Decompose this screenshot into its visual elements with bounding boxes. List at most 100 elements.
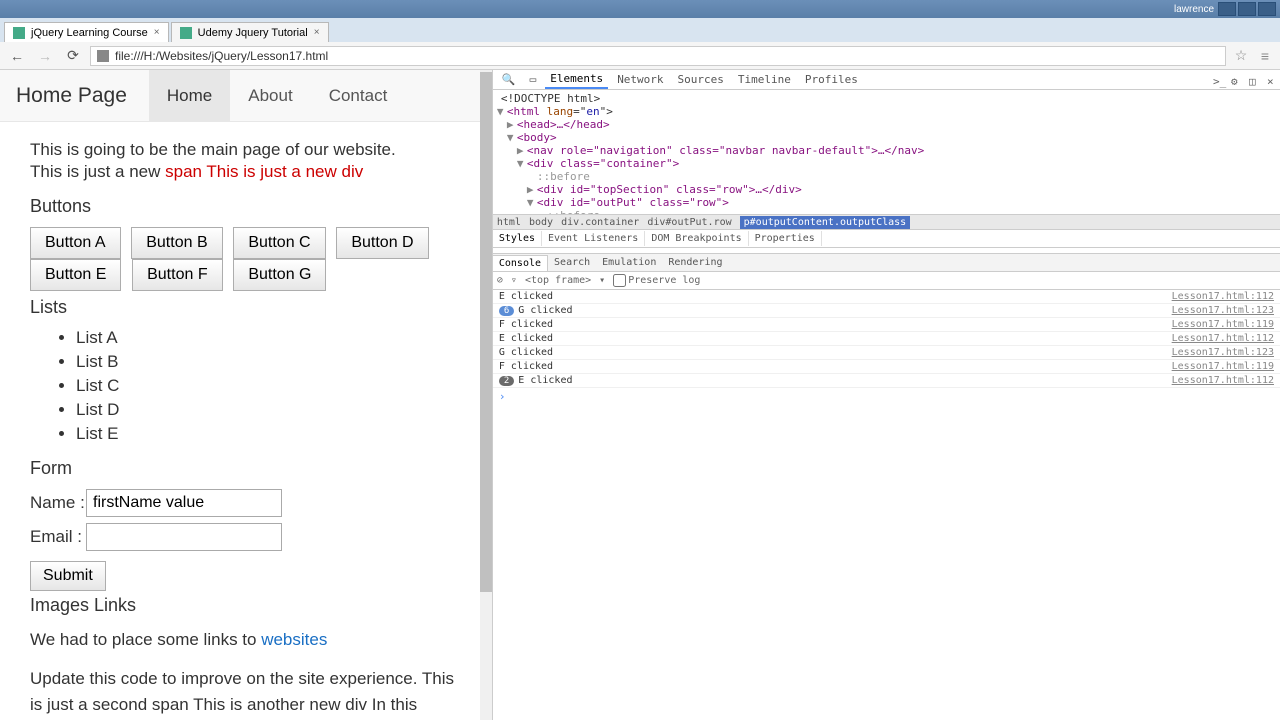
console-src[interactable]: Lesson17.html:123 xyxy=(1172,305,1274,316)
reload-button[interactable]: ⟳ xyxy=(62,45,84,67)
button-b[interactable]: Button B xyxy=(131,227,222,259)
drawer-icon[interactable]: >_ xyxy=(1208,73,1222,87)
crumb[interactable]: div.container xyxy=(561,217,639,228)
form-heading: Form xyxy=(30,458,462,479)
close-window-button[interactable] xyxy=(1258,2,1276,16)
button-a[interactable]: Button A xyxy=(30,227,121,259)
tab-udemy[interactable]: Udemy Jquery Tutorial × xyxy=(171,22,329,42)
user-label: lawrence xyxy=(1174,4,1214,15)
dom-line: <html xyxy=(507,105,547,118)
tab-timeline[interactable]: Timeline xyxy=(733,71,796,88)
breadcrumb[interactable]: html body div.container div#outPut.row p… xyxy=(493,214,1280,230)
dom-line: ::before xyxy=(497,170,1276,183)
nav-link-home[interactable]: Home xyxy=(149,70,230,122)
nav-link-contact[interactable]: Contact xyxy=(311,70,406,122)
scrollbar-thumb[interactable] xyxy=(480,72,492,592)
forward-button[interactable]: → xyxy=(34,45,56,67)
url-input[interactable]: file:///H:/Websites/jQuery/Lesson17.html xyxy=(90,46,1226,66)
back-button[interactable]: ← xyxy=(6,45,28,67)
tab-profiles[interactable]: Profiles xyxy=(800,71,863,88)
button-f[interactable]: Button F xyxy=(132,259,222,291)
lists-heading: Lists xyxy=(30,297,462,318)
buttons-heading: Buttons xyxy=(30,196,462,217)
crumb-selected[interactable]: p#outputContent.outputClass xyxy=(740,216,911,229)
console-row: G clickedLesson17.html:123 xyxy=(493,346,1280,360)
close-devtools-icon[interactable]: × xyxy=(1262,73,1276,87)
button-g[interactable]: Button G xyxy=(233,259,326,291)
console-output[interactable]: E clickedLesson17.html:112 6G clickedLes… xyxy=(493,290,1280,720)
button-d[interactable]: Button D xyxy=(336,227,428,259)
console-row: 2E clickedLesson17.html:112 xyxy=(493,374,1280,388)
subtab-properties[interactable]: Properties xyxy=(749,231,822,246)
name-label: Name : xyxy=(30,493,86,513)
page-favicon-icon xyxy=(13,27,25,39)
console-prompt[interactable]: › xyxy=(493,388,1280,405)
drawer-tab-rendering[interactable]: Rendering xyxy=(662,255,728,270)
images-heading: Images Links xyxy=(30,595,462,616)
navbar-brand[interactable]: Home Page xyxy=(16,84,127,108)
close-tab-icon[interactable]: × xyxy=(154,27,160,38)
subtab-dom-breakpoints[interactable]: DOM Breakpoints xyxy=(645,231,748,246)
elements-tree[interactable]: <!DOCTYPE html> ▼<html lang="en"> ▶<head… xyxy=(493,90,1280,214)
name-input[interactable] xyxy=(86,489,282,517)
menu-icon[interactable]: ≡ xyxy=(1256,47,1274,65)
list-item: List B xyxy=(76,352,462,372)
dom-line: <head>…</head> xyxy=(517,118,610,131)
console-src[interactable]: Lesson17.html:119 xyxy=(1172,361,1274,372)
gear-icon[interactable]: ⚙ xyxy=(1226,73,1240,87)
console-src[interactable]: Lesson17.html:119 xyxy=(1172,319,1274,330)
tab-network[interactable]: Network xyxy=(612,71,668,88)
drawer-tabs: Console Search Emulation Rendering xyxy=(493,254,1280,272)
crumb[interactable]: html xyxy=(497,217,521,228)
console-src[interactable]: Lesson17.html:112 xyxy=(1172,333,1274,344)
list-item: List D xyxy=(76,400,462,420)
email-input[interactable] xyxy=(86,523,282,551)
dom-line: ::before xyxy=(497,209,1276,214)
subtab-styles[interactable]: Styles xyxy=(493,231,542,246)
filter-icon[interactable]: ▿ xyxy=(511,275,517,286)
minimize-button[interactable] xyxy=(1218,2,1236,16)
crumb[interactable]: body xyxy=(529,217,553,228)
subtab-event-listeners[interactable]: Event Listeners xyxy=(542,231,645,246)
tab-jquery-learning[interactable]: jQuery Learning Course × xyxy=(4,22,169,42)
console-row: F clickedLesson17.html:119 xyxy=(493,318,1280,332)
bookmark-icon[interactable]: ☆ xyxy=(1232,47,1250,65)
dock-icon[interactable]: ◫ xyxy=(1244,73,1258,87)
crumb[interactable]: div#outPut.row xyxy=(647,217,731,228)
console-row: 6G clickedLesson17.html:123 xyxy=(493,304,1280,318)
dom-attr: lang xyxy=(547,105,574,118)
console-src[interactable]: Lesson17.html:123 xyxy=(1172,347,1274,358)
tab-title: Udemy Jquery Tutorial xyxy=(198,27,308,39)
list-item: List E xyxy=(76,424,462,444)
inspect-icon[interactable]: 🔍 xyxy=(497,71,521,88)
page-scrollbar[interactable] xyxy=(480,70,492,720)
devtools-panel: 🔍 ▭ Elements Network Sources Timeline Pr… xyxy=(492,70,1280,720)
clear-console-icon[interactable]: ⊘ xyxy=(497,275,503,286)
close-tab-icon[interactable]: × xyxy=(314,27,320,38)
styles-tabs: Styles Event Listeners DOM Breakpoints P… xyxy=(493,230,1280,248)
console-src[interactable]: Lesson17.html:112 xyxy=(1172,375,1274,386)
button-e[interactable]: Button E xyxy=(30,259,121,291)
intro-text-2: This is just a new span This is just a n… xyxy=(30,162,462,182)
content-area: Home Page Home About Contact This is goi… xyxy=(0,70,1280,720)
links-paragraph: We had to place some links to websites xyxy=(30,630,462,650)
frame-select[interactable]: <top frame> xyxy=(525,275,591,286)
maximize-button[interactable] xyxy=(1238,2,1256,16)
drawer-tab-emulation[interactable]: Emulation xyxy=(596,255,662,270)
nav-link-about[interactable]: About xyxy=(230,70,310,122)
tab-sources[interactable]: Sources xyxy=(673,71,729,88)
submit-button[interactable]: Submit xyxy=(30,561,106,591)
page-body: This is going to be the main page of our… xyxy=(0,122,492,720)
device-icon[interactable]: ▭ xyxy=(525,71,542,88)
console-src[interactable]: Lesson17.html:112 xyxy=(1172,291,1274,302)
console-row: E clickedLesson17.html:112 xyxy=(493,332,1280,346)
drawer-tab-console[interactable]: Console xyxy=(493,255,548,271)
intro-text-1: This is going to be the main page of our… xyxy=(30,140,462,160)
tab-elements[interactable]: Elements xyxy=(545,70,608,89)
button-c[interactable]: Button C xyxy=(233,227,325,259)
preserve-log-checkbox[interactable] xyxy=(613,274,626,287)
drawer-tab-search[interactable]: Search xyxy=(548,255,596,270)
links-text-a: We had to place some links to xyxy=(30,630,261,649)
websites-link[interactable]: websites xyxy=(261,630,327,649)
console-row: E clickedLesson17.html:112 xyxy=(493,290,1280,304)
